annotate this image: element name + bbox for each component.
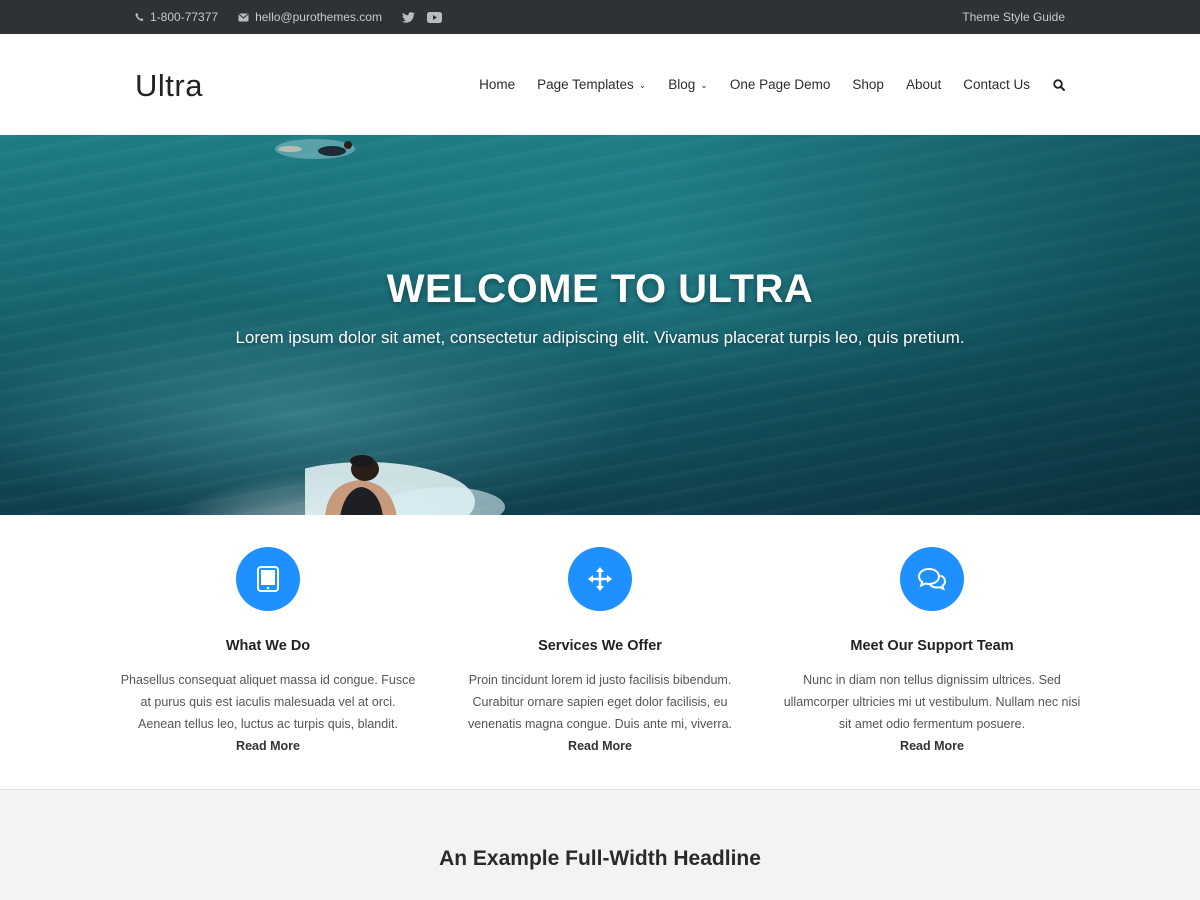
nav-item-contact-us[interactable]: Contact Us — [963, 77, 1030, 92]
feature-what-we-do: What We Do Phasellus consequat aliquet m… — [118, 547, 418, 757]
chevron-down-icon: ⌄ — [700, 80, 708, 90]
surfer-figure — [305, 455, 505, 515]
nav-item-page-templates[interactable]: Page Templates ⌄ — [537, 77, 646, 92]
read-more-link[interactable]: Read More — [782, 735, 1082, 757]
phone-contact[interactable]: 1-800-77377 — [135, 10, 218, 24]
search-icon — [1053, 78, 1065, 91]
chevron-down-icon: ⌄ — [638, 80, 647, 90]
section-headline: An Example Full-Width Headline — [439, 847, 761, 870]
search-button[interactable] — [1053, 78, 1065, 91]
feature-text: Phasellus consequat aliquet massa id con… — [120, 673, 416, 731]
nav-item-one-page-demo[interactable]: One Page Demo — [730, 77, 831, 92]
read-more-link[interactable]: Read More — [450, 735, 750, 757]
feature-icon-circle — [900, 547, 964, 611]
nav-item-home[interactable]: Home — [479, 77, 515, 92]
feature-meet-support-team: Meet Our Support Team Nunc in diam non t… — [782, 547, 1082, 757]
main-navigation: Home Page Templates ⌄ Blog ⌄ One Page Demo… — [457, 77, 1065, 92]
nav-label: Shop — [852, 77, 884, 92]
nav-label: About — [905, 77, 942, 92]
read-more-link[interactable]: Read More — [118, 735, 418, 757]
feature-title: Services We Offer — [538, 638, 662, 654]
tablet-icon — [257, 566, 279, 592]
features-section: What We Do Phasellus consequat aliquet m… — [0, 515, 1200, 790]
feature-title: What We Do — [225, 638, 311, 654]
phone-icon — [135, 12, 144, 22]
hero-subtitle: Lorem ipsum dolor sit amet, consectetur … — [235, 328, 965, 347]
chat-bubbles-icon — [917, 567, 947, 591]
feature-text: Proin tincidunt lorem id justo facilisis… — [467, 673, 733, 731]
full-width-headline-section: An Example Full-Width Headline — [0, 790, 1200, 900]
email-contact[interactable]: hello@purothemes.com — [238, 10, 382, 24]
twitter-icon[interactable] — [401, 11, 415, 23]
nav-label: Contact Us — [963, 77, 1030, 92]
move-arrows-icon — [588, 567, 612, 591]
nav-label: Blog — [668, 77, 696, 92]
hero-title: WELCOME TO ULTRA — [386, 267, 814, 311]
hero-banner: WELCOME TO ULTRA Lorem ipsum dolor sit a… — [0, 135, 1200, 515]
nav-label: Home — [479, 77, 516, 92]
nav-label: One Page Demo — [729, 77, 831, 92]
nav-item-blog[interactable]: Blog ⌄ — [668, 77, 708, 92]
hero-background-shade — [0, 135, 1200, 515]
feature-text: Nunc in diam non tellus dignissim ultric… — [783, 673, 1081, 731]
nav-label: Page Templates — [537, 77, 634, 92]
feature-icon-circle — [236, 547, 300, 611]
social-links — [401, 11, 442, 23]
email-address: hello@purothemes.com — [255, 10, 382, 24]
phone-number: 1-800-77377 — [150, 10, 219, 24]
envelope-icon — [238, 13, 249, 21]
feature-services-we-offer: Services We Offer Proin tincidunt lorem … — [450, 547, 750, 757]
nav-item-shop[interactable]: Shop — [852, 77, 884, 92]
site-logo[interactable]: Ultra — [135, 66, 203, 104]
top-bar: 1-800-77377 hello@purothemes.com Theme S… — [0, 0, 1200, 34]
theme-style-guide-link[interactable]: Theme Style Guide — [962, 10, 1065, 24]
site-header: Ultra Home Page Templates ⌄ Blog ⌄ One Pag… — [0, 34, 1200, 135]
nav-item-about[interactable]: About — [906, 77, 941, 92]
swimmer-figure — [275, 139, 355, 159]
feature-icon-circle — [568, 547, 632, 611]
feature-title: Meet Our Support Team — [850, 638, 1014, 654]
youtube-icon[interactable] — [426, 11, 442, 23]
